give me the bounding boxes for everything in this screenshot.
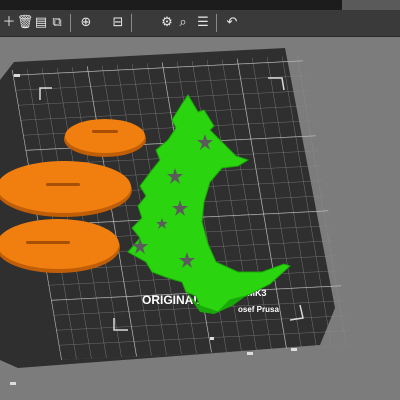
orange-part-2[interactable]	[0, 161, 132, 217]
3d-viewport[interactable]: ORIGINAL 3 MK3 osef Prusa	[0, 0, 400, 400]
orange-part-3[interactable]	[0, 219, 120, 273]
bed-maker-text: osef Prusa	[238, 305, 279, 314]
orange-part-1[interactable]	[64, 119, 146, 157]
